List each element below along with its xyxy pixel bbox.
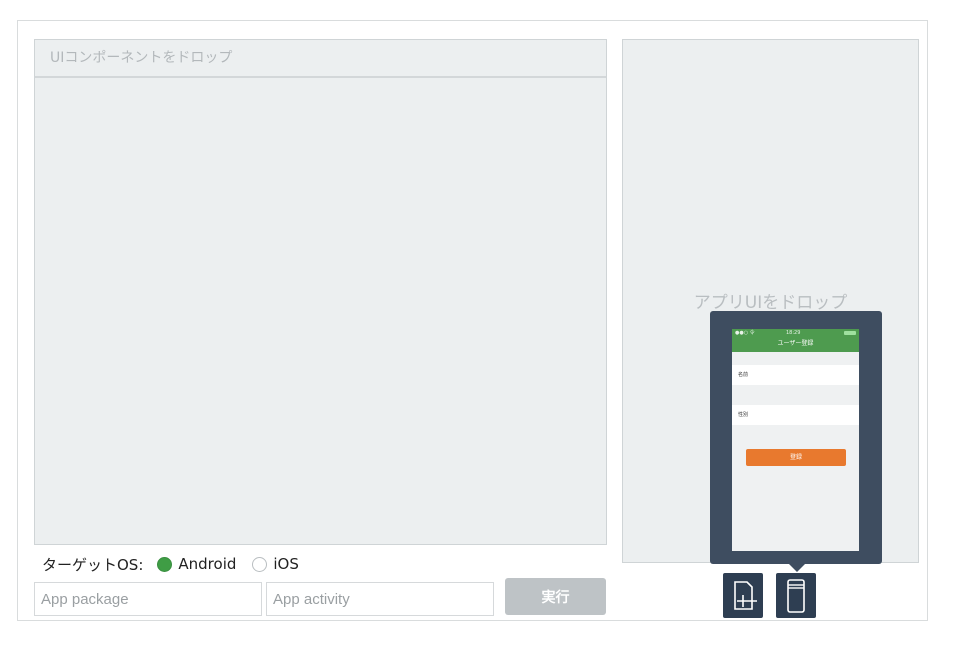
app-activity-input[interactable] <box>266 582 494 616</box>
android-radio[interactable] <box>157 556 173 572</box>
phone-screen-preview[interactable]: ●●○ 令 18:29 ユーザー登録 名前 性別 登録 <box>732 329 859 551</box>
android-label[interactable]: Android <box>178 555 236 573</box>
app-ui-drop-placeholder: アプリUIをドロップ <box>693 293 848 313</box>
status-signal: ●●○ 令 <box>735 330 755 336</box>
popup-arrow <box>789 564 805 572</box>
name-field-row: 名前 <box>732 365 859 385</box>
device-button[interactable] <box>776 573 816 618</box>
component-drop-zone[interactable]: UIコンポーネントをドロップ <box>34 39 607 545</box>
status-time: 18:29 <box>786 330 801 336</box>
target-os-row: ターゲットOS: Android iOS <box>42 553 299 575</box>
app-preview-popup: ●●○ 令 18:29 ユーザー登録 名前 性別 登録 <box>710 311 882 572</box>
ios-radio[interactable] <box>252 556 268 572</box>
component-drop-header: UIコンポーネントをドロップ <box>35 40 606 78</box>
phone-status-bar: ●●○ 令 18:29 <box>732 329 859 338</box>
phone-title: ユーザー登録 <box>732 338 859 352</box>
phone-submit-button: 登録 <box>746 449 846 466</box>
battery-icon <box>844 331 856 335</box>
add-screen-button[interactable] <box>723 573 763 618</box>
ios-label[interactable]: iOS <box>273 555 299 573</box>
gender-field-row: 性別 <box>732 405 859 425</box>
target-os-label: ターゲットOS: <box>42 555 144 574</box>
run-button[interactable]: 実行 <box>505 578 606 615</box>
device-icon <box>787 579 805 613</box>
add-screen-icon <box>734 581 757 610</box>
app-package-input[interactable] <box>34 582 262 616</box>
